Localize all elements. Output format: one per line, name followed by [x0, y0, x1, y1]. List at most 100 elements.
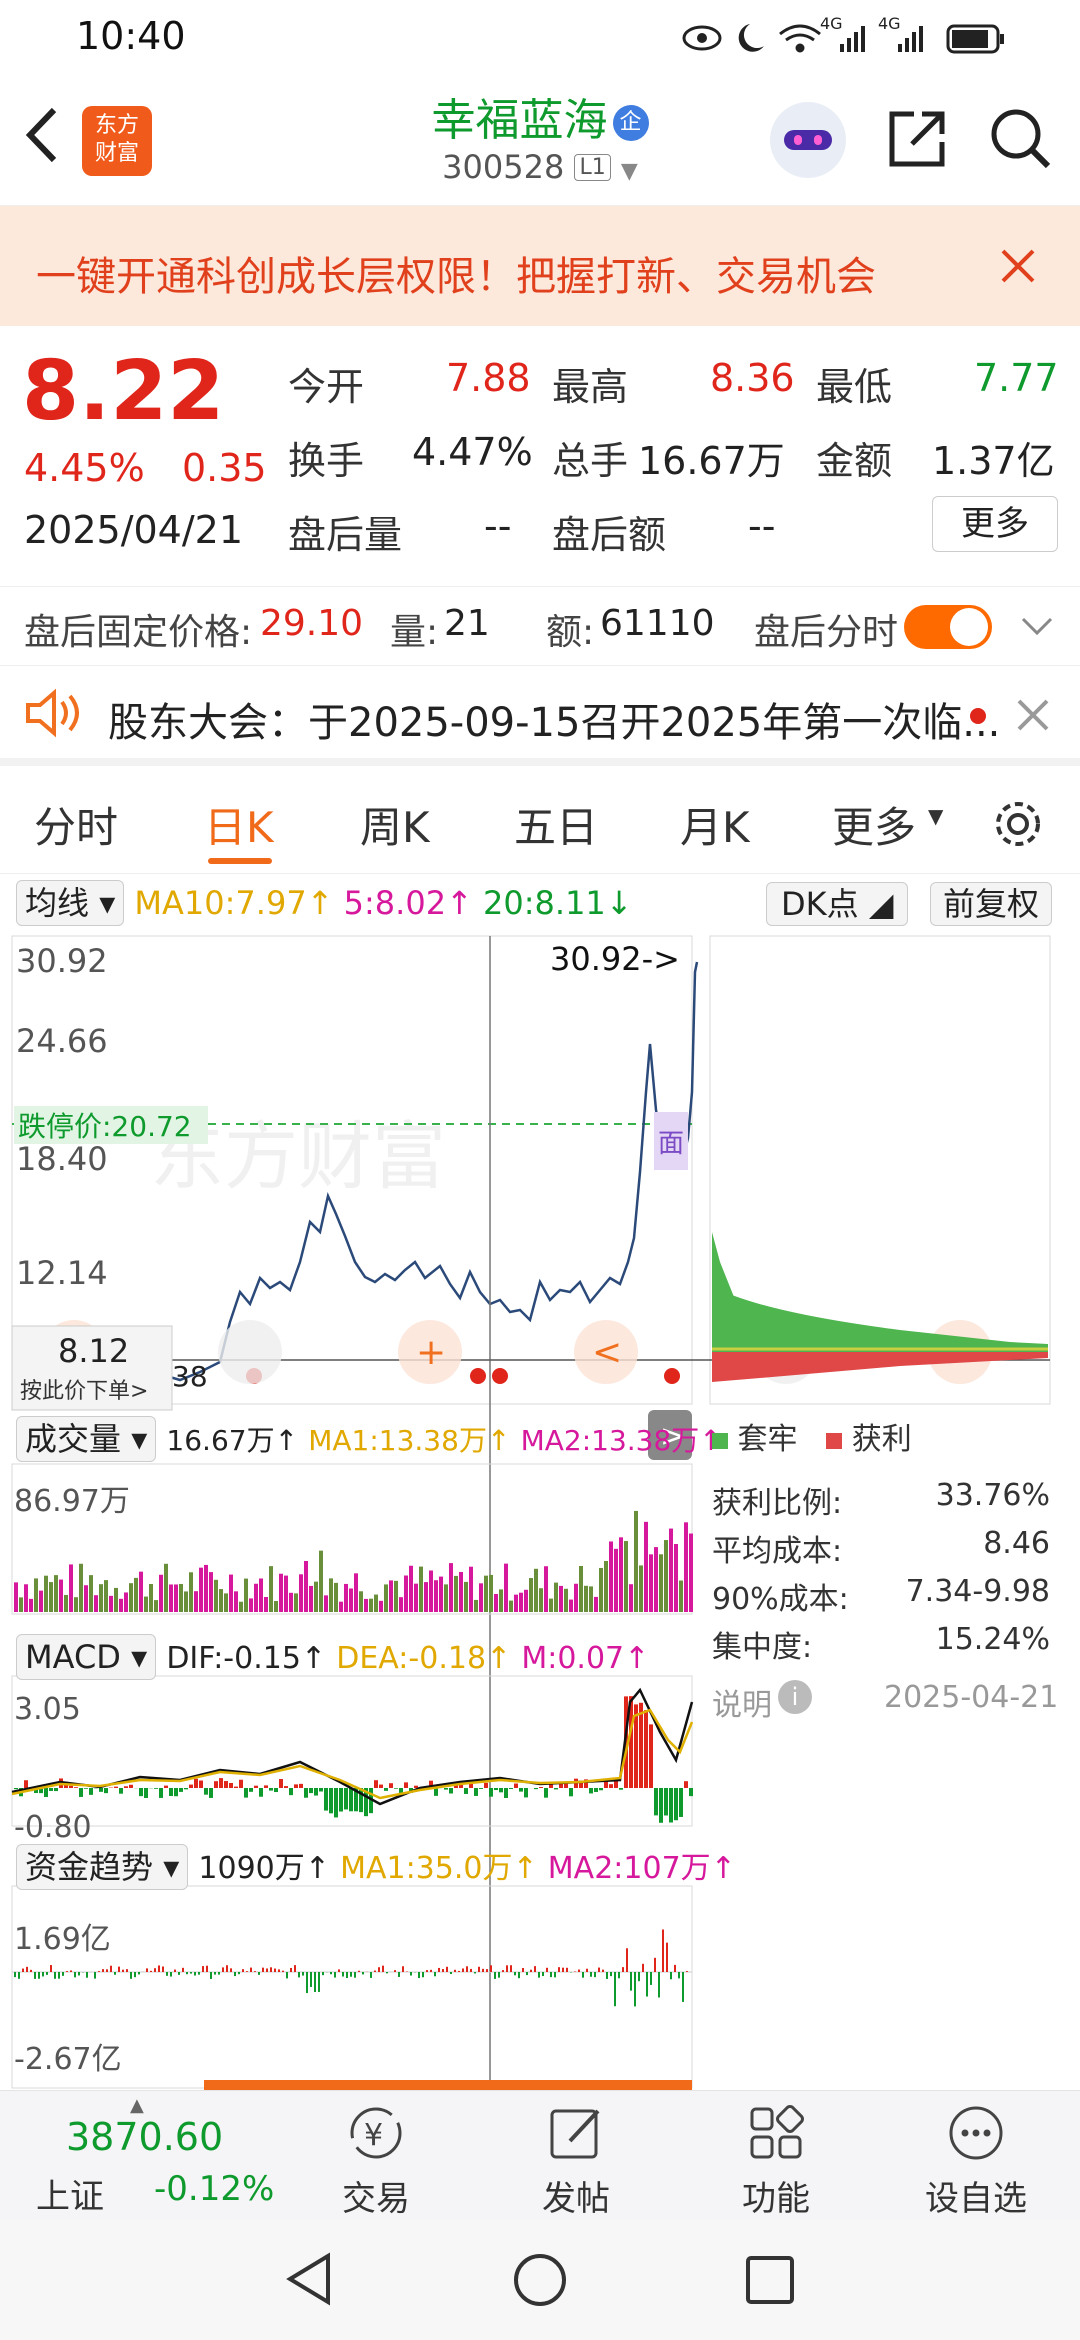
- volume-bar: [269, 1566, 273, 1612]
- home-circle-icon[interactable]: [510, 2250, 570, 2310]
- close-icon[interactable]: [1000, 248, 1036, 284]
- volume-bar: [204, 1564, 208, 1612]
- nav-add-watchlist-label: 设自选: [925, 2179, 1027, 2219]
- info-icon[interactable]: i: [778, 1680, 812, 1714]
- status-bar: 10:40 4G 4G: [0, 0, 1080, 76]
- macd-bar: [344, 1788, 348, 1810]
- recents-square-icon[interactable]: [742, 2252, 798, 2308]
- chip-note-label[interactable]: 说明: [712, 1680, 772, 1724]
- volume-select[interactable]: 成交量 ▾: [16, 1416, 157, 1462]
- macd-bar: [519, 1788, 523, 1792]
- search-icon[interactable]: [988, 106, 1054, 172]
- flow-bar: [654, 1957, 656, 1972]
- flow-bar: [550, 1972, 552, 1978]
- volume-bar: [489, 1574, 493, 1612]
- macd-bar: [444, 1788, 448, 1790]
- back-triangle-icon[interactable]: [282, 2250, 338, 2308]
- macd-bar: [179, 1788, 183, 1792]
- flow-bar: [226, 1965, 228, 1972]
- tab-weekly-k[interactable]: 周K: [360, 794, 430, 855]
- close-icon[interactable]: [1016, 698, 1050, 732]
- bottom-nav: ▲ 3870.60 上证 -0.12% ¥ 交易 发帖 功能 设自选: [0, 2090, 1080, 2220]
- macd-bar: [414, 1785, 418, 1788]
- macd-select[interactable]: MACD ▾: [16, 1634, 157, 1680]
- y-label-2: 24.66: [16, 1022, 108, 1060]
- low-value: 7.77: [974, 356, 1059, 400]
- dropdown-icon[interactable]: ▼: [621, 159, 638, 184]
- flow-bar: [614, 1972, 616, 2007]
- robot-assistant-icon[interactable]: [770, 102, 846, 178]
- nav-functions[interactable]: 功能: [676, 2091, 876, 2221]
- macd-bar: [659, 1788, 663, 1823]
- flow-bar: [282, 1970, 284, 1972]
- dk-point-button[interactable]: DK点 ◢: [766, 882, 909, 926]
- share-icon[interactable]: [884, 106, 950, 172]
- promo-banner[interactable]: 一键开通科创成长层权限！把握打新、交易机会: [0, 206, 1080, 326]
- volume-bar: [574, 1583, 578, 1612]
- flow-bar: [522, 1967, 524, 1972]
- flow-select[interactable]: 资金趋势 ▾: [16, 1844, 189, 1890]
- volume-bar: [84, 1585, 88, 1612]
- volume-bar: [24, 1584, 28, 1612]
- tab-five-day[interactable]: 五日: [514, 794, 598, 855]
- tab-timeshare[interactable]: 分时: [34, 794, 118, 855]
- volume-bar: [554, 1582, 558, 1612]
- volume-bar: [454, 1575, 458, 1612]
- forward-adjust-button[interactable]: 前复权: [930, 882, 1053, 926]
- nav-add-watchlist[interactable]: 设自选: [876, 2091, 1076, 2221]
- volume-bar: [134, 1577, 138, 1612]
- volume-bar: [104, 1580, 108, 1612]
- ma-select[interactable]: 均线 ▾: [16, 880, 125, 926]
- chip-legend: 套牢 获利: [712, 1414, 912, 1458]
- volume-bar: [254, 1583, 258, 1612]
- macd-bar: [399, 1788, 403, 1793]
- macd-dea-line: [11, 1708, 694, 1800]
- volume-bar: [389, 1580, 393, 1612]
- volume-value: 16.67万: [638, 439, 785, 483]
- chip-row-value: 7.34-9.98: [905, 1574, 1050, 1609]
- flow-bar: [518, 1972, 520, 1979]
- volume-bar: [394, 1580, 398, 1612]
- tab-more-caret-icon[interactable]: ▼: [928, 804, 943, 828]
- volume-bar: [44, 1575, 48, 1612]
- macd-bar: [479, 1788, 483, 1789]
- macd-bar: [499, 1788, 503, 1793]
- flow-bar: [86, 1972, 88, 1978]
- enterprise-badge: 企: [612, 105, 649, 141]
- flow-ma2: MA2:107万↑: [547, 1851, 736, 1886]
- tab-daily-k[interactable]: 日K: [204, 794, 274, 855]
- tab-more[interactable]: 更多: [832, 794, 916, 855]
- macd-bar: [484, 1782, 488, 1788]
- index-ticker[interactable]: ▲ 3870.60 上证 -0.12%: [0, 2091, 274, 2221]
- volume-bar: [374, 1594, 378, 1612]
- macd-bar: [79, 1788, 83, 1797]
- macd-bar: [44, 1788, 48, 1797]
- flow-bar: [558, 1967, 560, 1972]
- after-timeshare-toggle[interactable]: [904, 605, 992, 649]
- nav-post[interactable]: 发帖: [476, 2091, 676, 2221]
- notice-bar[interactable]: 股东大会：于2025-09-15召开2025年第一次临...: [0, 666, 1080, 766]
- volume-ma2: MA2:13.38万↑: [520, 1424, 723, 1457]
- flow-bar: [330, 1972, 332, 1975]
- nav-trade[interactable]: ¥ 交易: [276, 2091, 476, 2221]
- flow-bar: [590, 1972, 592, 1977]
- open-value: 7.88: [446, 356, 531, 400]
- flow-bar: [238, 1972, 240, 1975]
- chart-area[interactable]: 均线 ▾ MA10:7.97↑ 5:8.02↑ 20:8.11↓ DK点 ◢ 前…: [0, 874, 1080, 2090]
- macd-bar: [509, 1788, 513, 1789]
- flow-bar: [338, 1969, 340, 1972]
- volume-bar: [319, 1550, 323, 1612]
- more-button[interactable]: 更多: [932, 496, 1058, 552]
- chevron-down-icon[interactable]: [1020, 615, 1054, 639]
- macd-bar: [474, 1788, 478, 1796]
- macd-bar: [504, 1788, 508, 1798]
- volume-bar: [614, 1548, 618, 1612]
- flow-bar: [510, 1965, 512, 1972]
- limit-down-label: 跌停价:20.72: [18, 1110, 192, 1143]
- flow-bar: [674, 1964, 676, 1972]
- macd-dea: DEA:-0.18↑: [336, 1641, 512, 1676]
- flow-bar: [650, 1972, 652, 1985]
- macd-bar: [219, 1778, 223, 1788]
- tab-monthly-k[interactable]: 月K: [680, 794, 750, 855]
- gear-icon[interactable]: [990, 796, 1046, 852]
